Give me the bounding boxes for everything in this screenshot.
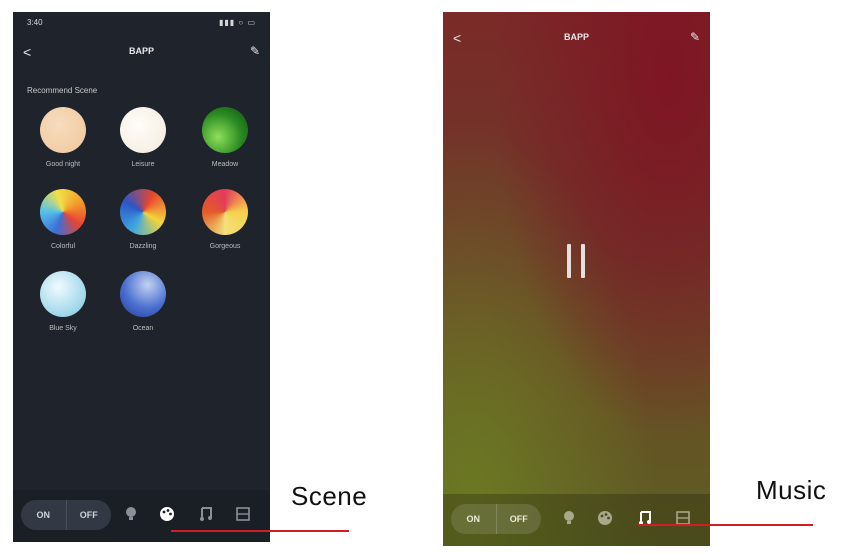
scene-label: Ocean <box>132 325 154 332</box>
nav-bar: < BAPP ✎ <box>13 42 270 64</box>
scene-label: Colorful <box>50 243 76 250</box>
edit-icon[interactable]: ✎ <box>250 44 260 58</box>
scene-swatch <box>120 189 166 235</box>
scene-swatch <box>120 271 166 317</box>
tab-light[interactable] <box>561 510 577 526</box>
scene-callout-label: Scene <box>291 481 368 511</box>
scene-swatch <box>120 107 166 153</box>
music-callout-line <box>638 524 813 526</box>
bottom-bar: ON OFF <box>13 490 270 542</box>
tab-light[interactable] <box>123 506 139 522</box>
scene-swatch <box>40 107 86 153</box>
scene-swatch <box>202 189 248 235</box>
scene-item-gorgeous[interactable]: Gorgeous <box>189 189 261 259</box>
tab-music[interactable] <box>198 506 214 522</box>
scene-item-blue-sky[interactable]: Blue Sky <box>27 271 99 341</box>
edit-icon[interactable]: ✎ <box>690 30 700 44</box>
music-callout-label: Music <box>756 475 827 505</box>
scene-label: Gorgeous <box>209 243 241 250</box>
bulb-icon <box>564 511 574 524</box>
bulb-icon <box>126 507 136 520</box>
scene-item-dazzling[interactable]: Dazzling <box>107 189 179 259</box>
scene-swatch <box>40 189 86 235</box>
power-toggle: ON OFF <box>21 500 111 530</box>
on-button[interactable]: ON <box>451 504 497 534</box>
music-icon <box>200 507 212 521</box>
scene-label: Dazzling <box>129 243 157 250</box>
scene-item-ocean[interactable]: Ocean <box>107 271 179 341</box>
scene-callout-line <box>171 530 349 532</box>
nav-bar: < BAPP ✎ <box>443 28 710 50</box>
scene-label: Good night <box>45 161 81 168</box>
palette-icon <box>160 507 174 521</box>
scene-swatch <box>40 271 86 317</box>
scene-item-colorful[interactable]: Colorful <box>27 189 99 259</box>
page-title: BAPP <box>563 32 589 42</box>
scene-item-meadow[interactable]: Meadow <box>189 107 261 177</box>
status-time: 3:40 <box>27 18 43 27</box>
scene-item-good-night[interactable]: Good night <box>27 107 99 177</box>
palette-icon <box>598 511 612 525</box>
scene-screen: 3:40 ▮▮▮ ○ ▭ < BAPP ✎ Recommend Scene Go… <box>13 12 270 542</box>
pause-icon-bar-right <box>581 244 585 278</box>
scene-label: Leisure <box>131 161 155 168</box>
status-bar: 3:40 ▮▮▮ ○ ▭ <box>13 12 270 32</box>
bottom-bar: ON OFF <box>443 494 710 546</box>
pause-button[interactable] <box>565 244 587 278</box>
grid-icon <box>236 507 250 521</box>
grid-icon <box>676 511 690 525</box>
scene-label: Meadow <box>211 161 239 168</box>
scene-item-leisure[interactable]: Leisure <box>107 107 179 177</box>
pause-icon-bar-left <box>567 244 571 278</box>
off-button[interactable]: OFF <box>497 504 542 534</box>
page-title: BAPP <box>128 46 154 56</box>
tab-scene[interactable] <box>159 506 175 522</box>
on-button[interactable]: ON <box>21 500 67 530</box>
tab-timer[interactable] <box>235 506 251 522</box>
scene-swatch <box>202 107 248 153</box>
section-label: Recommend Scene <box>27 86 98 95</box>
status-icons: ▮▮▮ ○ ▭ <box>218 18 256 27</box>
music-screen: < BAPP ✎ ON OFF <box>443 12 710 546</box>
power-toggle: ON OFF <box>451 504 541 534</box>
tab-scene[interactable] <box>597 510 613 526</box>
off-button[interactable]: OFF <box>67 500 112 530</box>
scene-label: Blue Sky <box>49 325 77 332</box>
